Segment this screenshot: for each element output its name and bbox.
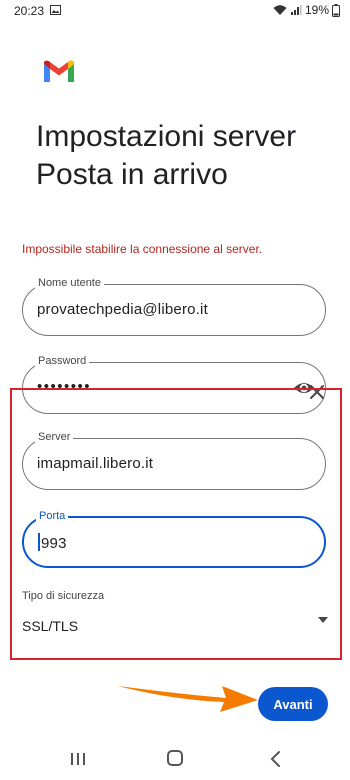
home-icon[interactable] (167, 750, 183, 766)
page-title: Impostazioni server Posta in arrivo (36, 118, 296, 194)
next-button[interactable]: Avanti (258, 687, 328, 721)
title-line-2: Posta in arrivo (36, 158, 228, 191)
security-label: Tipo di sicurezza (22, 590, 105, 602)
status-bar: 20:23 19% (0, 0, 350, 22)
system-nav-bar (0, 738, 350, 780)
security-value: SSL/TLS (22, 618, 79, 634)
battery-icon (332, 3, 340, 17)
close-icon[interactable] (308, 383, 326, 401)
wifi-icon (273, 5, 287, 15)
text-cursor (38, 533, 40, 551)
error-message: Impossibile stabilire la connessione al … (22, 242, 263, 256)
server-value: imapmail.libero.it (37, 455, 154, 472)
dropdown-arrow-icon[interactable] (318, 617, 328, 623)
gallery-notification-icon (50, 5, 61, 15)
password-field[interactable]: Password •••••••• (22, 355, 326, 414)
port-value-wrap: 993 (38, 533, 67, 552)
signal-icon (290, 5, 302, 15)
title-line-1: Impostazioni server (36, 120, 297, 153)
status-indicators: 19% (273, 3, 340, 17)
username-value: provatechpedia@libero.it (37, 301, 208, 318)
server-field[interactable]: Server imapmail.libero.it (22, 431, 326, 490)
recents-icon[interactable] (70, 752, 86, 766)
port-label: Porta (36, 510, 69, 522)
server-label: Server (35, 431, 74, 443)
username-label: Nome utente (35, 277, 104, 289)
password-value: •••••••• (37, 378, 92, 395)
gmail-logo (44, 60, 74, 82)
port-field[interactable]: Porta 993 (22, 510, 326, 568)
username-field[interactable]: Nome utente provatechpedia@libero.it (22, 277, 326, 336)
port-value: 993 (41, 535, 67, 552)
battery-percent: 19% (304, 3, 329, 17)
annotation-arrow-icon (118, 686, 258, 712)
password-label: Password (35, 355, 90, 367)
back-icon[interactable] (268, 750, 282, 768)
status-time: 20:23 (14, 4, 45, 18)
